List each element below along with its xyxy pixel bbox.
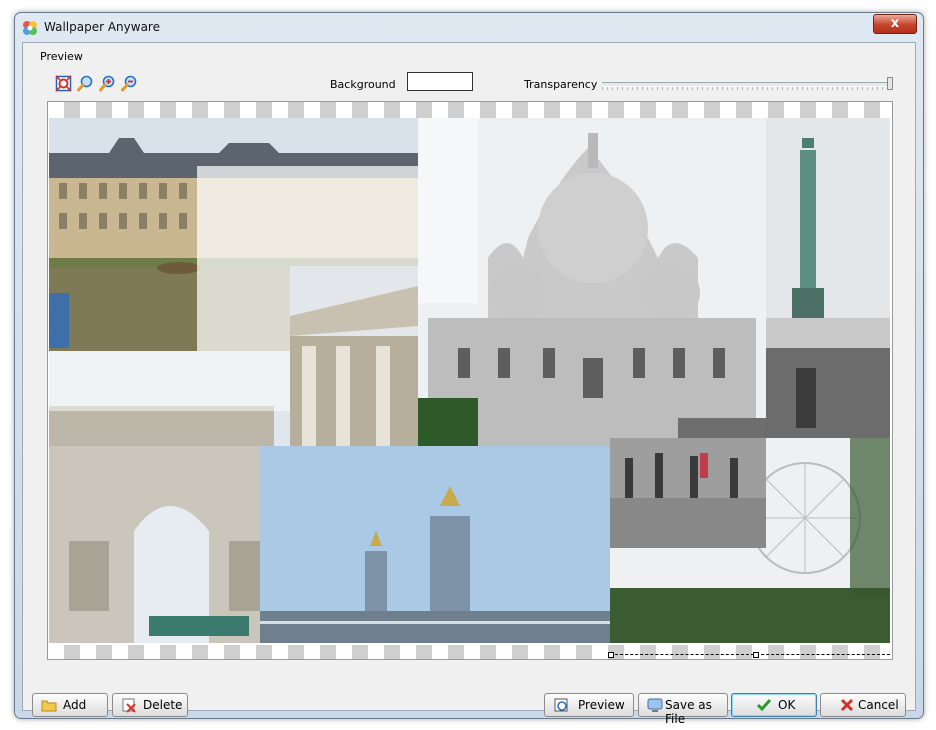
zoom-icon[interactable]	[77, 75, 94, 92]
cancel-button[interactable]: Cancel	[820, 693, 906, 717]
title-bar[interactable]: Wallpaper Anyware x	[15, 13, 923, 41]
slider-ticks	[602, 87, 889, 90]
zoom-in-icon[interactable]	[99, 75, 116, 92]
save-as-file-button[interactable]: Save as File	[638, 693, 728, 726]
zoom-out-icon[interactable]	[121, 75, 138, 92]
background-color-picker[interactable]	[407, 72, 473, 91]
ok-button[interactable]: OK	[731, 693, 817, 717]
checkmark-icon	[756, 699, 772, 712]
add-button-label: Add	[63, 698, 87, 712]
delete-button-label: Delete	[143, 698, 183, 712]
preview-group-label: Preview	[40, 50, 83, 63]
arc-de-triomphe-photo[interactable]	[49, 351, 290, 643]
slider-thumb[interactable]	[887, 77, 893, 90]
close-icon: x	[890, 16, 900, 31]
pantheon-photo[interactable]	[290, 266, 418, 446]
cancel-icon	[840, 698, 854, 712]
app-icon	[23, 21, 37, 35]
transparency-checker-top	[48, 102, 892, 118]
selection-border	[610, 654, 890, 655]
save-as-file-button-label: Save as File	[665, 698, 712, 726]
dialog-client: Preview Background Transparency Add Dele…	[22, 42, 916, 726]
cancel-button-label: Cancel	[858, 698, 899, 712]
preview-icon	[554, 698, 568, 712]
sacre-coeur-photo[interactable]	[418, 118, 766, 462]
selection-handle[interactable]	[753, 652, 759, 658]
bastille-column-photo[interactable]	[766, 118, 890, 438]
preview-button-label: Preview	[578, 698, 625, 712]
transparency-checker-bottom	[48, 645, 892, 659]
overlap-fade	[418, 118, 478, 303]
pont-alexandre-photo[interactable]	[260, 446, 610, 643]
window-title: Wallpaper Anyware	[44, 20, 160, 34]
folder-icon	[41, 700, 57, 712]
selection-handle[interactable]	[608, 652, 614, 658]
fit-to-window-icon[interactable]	[55, 75, 72, 92]
close-button[interactable]: x	[873, 14, 917, 34]
preview-button[interactable]: Preview	[544, 693, 634, 717]
wallpaper-preview[interactable]	[47, 101, 893, 660]
delete-button[interactable]: Delete	[112, 693, 188, 717]
delete-icon	[122, 698, 136, 713]
transparency-slider[interactable]	[602, 77, 893, 91]
transparency-label: Transparency	[524, 78, 598, 91]
ok-button-label: OK	[778, 698, 796, 712]
monitor-icon	[647, 698, 663, 712]
dialog-window: Wallpaper Anyware x Preview Background T…	[14, 12, 924, 726]
overlap-fade	[49, 351, 290, 411]
add-button[interactable]: Add	[32, 693, 108, 717]
steps-crowd-photo[interactable]	[610, 438, 766, 548]
background-label: Background	[330, 78, 396, 91]
